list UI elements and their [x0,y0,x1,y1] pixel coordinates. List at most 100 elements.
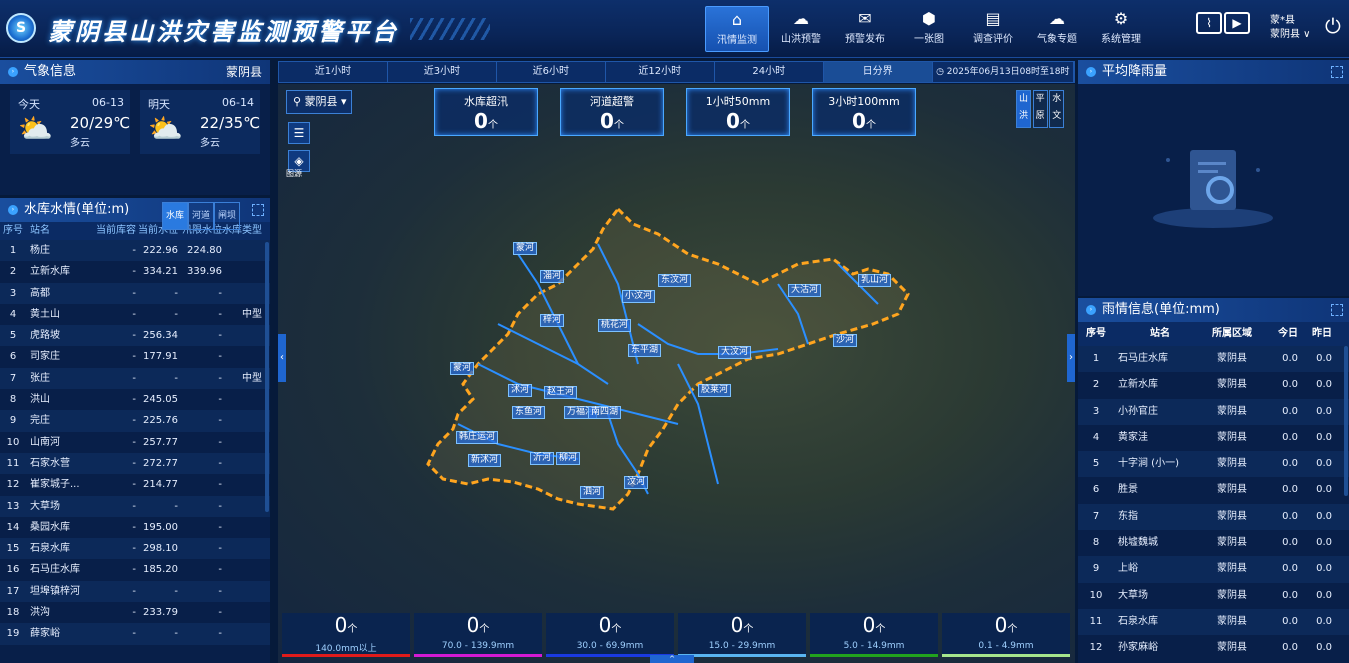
table-row[interactable]: 14 桑园水库 -195.00- [0,517,270,538]
map-view[interactable]: ⚲ 蒙阴县 ▾ ☰ ◈ 图源 水库超汛 0个 河道超警 0个 1小时50mm 0个 3… [278,84,1075,663]
tab-3h[interactable]: 近3小时 [388,62,497,82]
table-row[interactable]: 3 高都 - - - [0,282,270,304]
table-row[interactable]: 2 立新水库 蒙阴县 0.0 0.0 [1078,372,1349,398]
weather-card-tomorrow: 明天 06-14 ⛅ 22/35℃ 多云 [140,90,260,154]
nav-system-admin[interactable]: ⚙ 系统管理 [1089,6,1153,52]
map-type-selector: 山洪 平原 水文 [1015,90,1065,128]
table-row[interactable]: 7 东指 蒙阴县 0.0 0.0 [1078,503,1349,531]
list-icon[interactable]: ☰ [288,122,310,144]
nav-weather-topic[interactable]: ☁ 气象专题 [1025,6,1089,52]
table-row[interactable]: 5 虎路坡 -256.34- [0,325,270,347]
table-row[interactable]: 3 小孙官庄 蒙阴县 0.0 0.0 [1078,398,1349,425]
table-row[interactable]: 6 胜景 蒙阴县 0.0 0.0 [1078,477,1349,503]
tab-6h[interactable]: 近6小时 [497,62,606,82]
power-icon[interactable]: ⏻ [1325,14,1341,38]
river-label: 胶莱河 [698,384,732,397]
collapse-right-button[interactable]: › [1067,334,1075,382]
table-row[interactable]: 19 薛家峪 - - - [0,623,270,645]
nav-survey[interactable]: ▤ 调查评价 [961,6,1025,52]
stat-river-over[interactable]: 河道超警 0个 [560,88,664,136]
stat-1h-50mm[interactable]: 1小时50mm 0个 [686,88,790,136]
table-row[interactable]: 7 张庄 - - - 中型 [0,367,270,390]
map-source-label: 图源 [286,169,302,178]
expand-icon[interactable] [1331,66,1343,78]
table-row[interactable]: 6 司家庄 -177.91- [0,346,270,367]
expand-icon[interactable] [1331,304,1343,316]
expand-icon[interactable] [252,204,264,216]
legend-item[interactable]: 0个 140.0mm以上 [282,613,410,657]
legend-item[interactable]: 0个 5.0 - 14.9mm [810,613,938,657]
legend-item[interactable]: 0个 15.0 - 29.9mm [678,613,806,657]
river-label: 蒙河 [513,242,538,255]
river-label: 东鱼河 [512,406,546,419]
table-row[interactable]: 5 十字涧 (小一) 蒙阴县 0.0 0.0 [1078,451,1349,478]
user-menu[interactable]: 蒙*县 蒙阴县 ∨ [1270,14,1311,42]
scrollbar[interactable] [265,242,269,512]
table-row[interactable]: 9 上峪 蒙阴县 0.0 0.0 [1078,556,1349,583]
table-row[interactable]: 15 石泉水库 -298.10- [0,538,270,560]
tab-river[interactable]: 河道 [187,202,214,230]
stat-reservoir-over[interactable]: 水库超汛 0个 [434,88,538,136]
legend-color-bar [810,654,938,657]
tab-12h[interactable]: 近12小时 [606,62,715,82]
nav-warning-publish[interactable]: ✉ 预警发布 [833,6,897,52]
time-tabs: 近1小时 近3小时 近6小时 近12小时 24小时 日分界 ◷ 2025年06月… [278,61,1075,83]
arrow-icon: › [8,204,18,215]
settings-icon: ⚙ [1113,9,1129,28]
river-label: 赵王河 [544,386,578,399]
table-row[interactable]: 2 立新水库 -334.21 339.96 [0,261,270,282]
map-type-mountain[interactable]: 山洪 [1016,90,1031,128]
table-row[interactable]: 12 孙家麻峪 蒙阴县 0.0 0.0 [1078,635,1349,661]
county-select[interactable]: ⚲ 蒙阴县 ▾ [286,90,352,114]
table-row[interactable]: 16 石马庄水库 -185.20- [0,559,270,580]
weather-panel: › 气象信息 蒙阴县 今天 06-13 ⛅ 20/29℃ 多云 明天 06-14 ⛅… [0,60,270,195]
table-row[interactable]: 8 洪山 -245.05- [0,389,270,410]
table-row[interactable]: 9 完庄 -225.76- [0,410,270,432]
table-row[interactable]: 17 坦埠镇梓河 - - - [0,580,270,603]
stat-3h-100mm[interactable]: 3小时100mm 0个 [812,88,916,136]
reservoir-table-body: 1 杨庄 -222.96 224.80 2 立新水库 -334.21 339.96 3 高都 - - -… [0,240,270,645]
collapse-left-button[interactable]: ‹ [278,334,286,382]
nav-flood-monitor[interactable]: ⌂ 汛情监测 [705,6,769,52]
map-type-hydro[interactable]: 水文 [1049,90,1065,128]
tab-dam[interactable]: 闸坝 [213,202,240,230]
river-label: 乳山河 [858,274,892,287]
map-type-plain[interactable]: 平原 [1032,90,1048,128]
river-label: 汶河 [624,476,649,489]
weather-card-today: 今天 06-13 ⛅ 20/29℃ 多云 [10,90,130,154]
reservoir-panel-title: › 水库水情(单位:m) 水库 河道 闸坝 [0,198,270,230]
table-row[interactable]: 13 大草场 - - - [0,495,270,517]
title-decoration [410,18,490,40]
table-row[interactable]: 11 石家水营 -272.77- [0,452,270,475]
time-range[interactable]: ◷ 2025年06月13日08时至18时 [933,62,1074,82]
table-row[interactable]: 11 石泉水库 蒙阴县 0.0 0.0 [1078,608,1349,636]
scrollbar[interactable] [1344,346,1348,496]
tab-day-boundary[interactable]: 日分界 [823,62,933,82]
legend-item[interactable]: 0个 70.0 - 139.9mm [414,613,542,657]
table-row[interactable]: 10 山南河 -257.77- [0,432,270,453]
table-row[interactable]: 1 杨庄 -222.96 224.80 [0,240,270,262]
river-label: 东平湖 [628,344,662,357]
nav-one-map[interactable]: ⬢ 一张图 [897,6,961,52]
tab-reservoir[interactable]: 水库 [161,202,188,230]
nav-mountain-flood-warning[interactable]: ☁ 山洪预警 [769,6,833,52]
main-nav: ⌂ 汛情监测 ☁ 山洪预警 ✉ 预警发布 ⬢ 一张图 ▤ 调查评价 ☁ 气象专题 ⚙ 系统管理 [705,6,1153,52]
table-row[interactable]: 4 黄土山 - - - 中型 [0,304,270,325]
table-row[interactable]: 18 洪沟 -233.79- [0,602,270,623]
legend-item[interactable]: 0个 30.0 - 69.9mm [546,613,674,657]
table-row[interactable]: 12 崔家城子... -214.77- [0,474,270,495]
tab-24h[interactable]: 24小时 [715,62,824,82]
video-play-icon[interactable]: ▶ [1224,12,1250,34]
legend-color-bar [678,654,806,657]
table-row[interactable]: 4 黄家洼 蒙阴县 0.0 0.0 [1078,425,1349,451]
tab-1h[interactable]: 近1小时 [279,62,388,82]
report-icon: ▤ [985,9,1001,28]
table-row[interactable]: 1 石马庄水库 蒙阴县 0.0 0.0 [1078,346,1349,373]
chart-icon[interactable]: ⌇ [1196,12,1222,34]
rain-table-body: 1 石马庄水库 蒙阴县 0.0 0.0 2 立新水库 蒙阴县 0.0 0.0 3 小孙官庄 蒙阴县 0.0… [1078,346,1349,662]
clock-icon: ◷ [936,67,947,77]
table-row[interactable]: 8 桃墟魏城 蒙阴县 0.0 0.0 [1078,530,1349,556]
legend-item[interactable]: 0个 0.1 - 4.9mm [942,613,1070,657]
chevron-up-icon[interactable]: ^ [650,655,694,663]
table-row[interactable]: 10 大草场 蒙阴县 0.0 0.0 [1078,583,1349,609]
